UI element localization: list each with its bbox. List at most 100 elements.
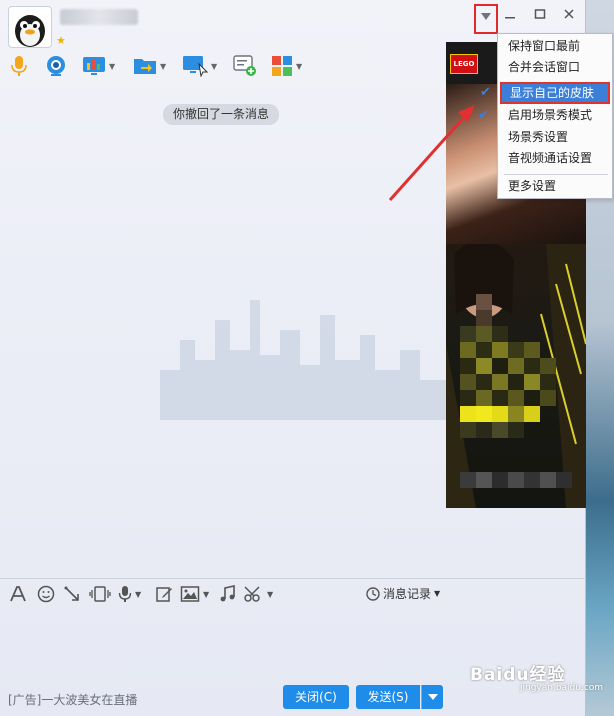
apps-grid-icon[interactable]: ▼ bbox=[271, 53, 302, 79]
footer-ad-link[interactable]: [广告]一大波美女在直播 bbox=[8, 691, 137, 708]
screen-share-icon[interactable]: ▼ bbox=[82, 53, 115, 79]
mosaic-block bbox=[556, 472, 572, 488]
file-transfer-icon[interactable]: ▼ bbox=[133, 53, 166, 79]
chevron-down-icon: ▼ bbox=[434, 589, 441, 598]
clock-icon bbox=[366, 586, 380, 601]
mosaic-block bbox=[460, 358, 476, 374]
check-icon: ✔ bbox=[478, 108, 489, 123]
mosaic-block bbox=[524, 472, 540, 488]
background-skyline bbox=[160, 300, 450, 420]
mosaic-block bbox=[508, 374, 524, 390]
menu-item-label: 场景秀设置 bbox=[508, 130, 569, 144]
add-app-icon[interactable] bbox=[233, 53, 257, 79]
mosaic-block bbox=[492, 326, 508, 342]
mosaic-block bbox=[492, 390, 508, 406]
mosaic-block bbox=[476, 310, 492, 326]
mosaic-block bbox=[460, 390, 476, 406]
send-options-button[interactable] bbox=[421, 685, 443, 709]
mosaic-block bbox=[476, 358, 492, 374]
mosaic-block bbox=[476, 406, 492, 422]
edit-icon[interactable] bbox=[155, 584, 173, 604]
menu-item-label: 更多设置 bbox=[508, 179, 557, 193]
music-icon[interactable] bbox=[219, 584, 237, 604]
mosaic-block bbox=[492, 374, 508, 390]
font-icon[interactable] bbox=[9, 584, 27, 604]
mosaic-block bbox=[508, 358, 524, 374]
mosaic-block bbox=[508, 406, 524, 422]
screenshot-icon[interactable]: ▼ bbox=[244, 584, 273, 604]
menu-item-keep-on-top[interactable]: 保持窗口最前 bbox=[500, 36, 610, 57]
mosaic-block bbox=[460, 374, 476, 390]
mosaic-block bbox=[508, 342, 524, 358]
mosaic-block bbox=[460, 472, 476, 488]
mosaic-block bbox=[492, 342, 508, 358]
video-icon[interactable] bbox=[45, 53, 67, 79]
mosaic-block bbox=[508, 472, 524, 488]
star-icon: ★ bbox=[56, 34, 66, 47]
recall-notice: 你撤回了一条消息 bbox=[163, 104, 280, 125]
menu-item-more-settings[interactable]: 更多设置 bbox=[500, 176, 610, 197]
close-icon[interactable] bbox=[560, 8, 578, 24]
input-divider bbox=[0, 578, 586, 579]
menu-item-av-settings[interactable]: 音视频通话设置 bbox=[500, 148, 610, 169]
mosaic-block bbox=[492, 472, 508, 488]
mosaic-block bbox=[476, 390, 492, 406]
mosaic-block bbox=[524, 342, 540, 358]
mosaic-block bbox=[476, 422, 492, 438]
menu-item-label: 保持窗口最前 bbox=[508, 39, 581, 53]
mosaic-block bbox=[460, 406, 476, 422]
image-icon[interactable]: ▼ bbox=[180, 584, 209, 604]
send-button[interactable]: 发送(S) bbox=[356, 685, 420, 709]
menu-item-label: 音视频通话设置 bbox=[508, 151, 593, 165]
history-label: 消息记录 bbox=[383, 587, 432, 601]
ad-image-bottom bbox=[446, 240, 586, 508]
check-icon: ✔ bbox=[480, 85, 491, 100]
emoji-icon[interactable] bbox=[37, 584, 55, 604]
lego-logo: LEGO bbox=[450, 54, 478, 74]
mosaic-block bbox=[492, 358, 508, 374]
voice-icon[interactable] bbox=[10, 53, 28, 79]
menu-item-label: 合并会话窗口 bbox=[508, 60, 581, 74]
shake-icon[interactable] bbox=[89, 584, 111, 604]
menu-item-scene-mode[interactable]: ✔ 启用场景秀模式 bbox=[478, 105, 610, 126]
mosaic-block bbox=[540, 390, 556, 406]
mosaic-block bbox=[492, 422, 508, 438]
contact-name-blurred bbox=[60, 9, 138, 25]
mosaic-block bbox=[476, 326, 492, 342]
mosaic-block bbox=[524, 374, 540, 390]
menu-item-show-own-skin[interactable]: ✔ 显示自己的皮肤 bbox=[480, 82, 610, 104]
history-button[interactable]: 消息记录 ▼ bbox=[366, 585, 440, 602]
remote-assist-icon[interactable]: ▼ bbox=[182, 53, 217, 79]
voice-message-icon[interactable]: ▼ bbox=[118, 584, 141, 604]
baidu-watermark-url: jingyan.baidu.com bbox=[520, 683, 604, 693]
baidu-watermark: Baidu经验 bbox=[470, 665, 566, 685]
settings-menu: 保持窗口最前 合并会话窗口 ✔ 显示自己的皮肤 ✔ 启用场景秀模式 场景秀设置 … bbox=[478, 33, 613, 199]
mosaic-block bbox=[508, 390, 524, 406]
mosaic-block bbox=[540, 472, 556, 488]
poke-icon[interactable] bbox=[63, 584, 81, 604]
maximize-icon[interactable] bbox=[531, 8, 549, 24]
mosaic-block bbox=[540, 358, 556, 374]
mosaic-block bbox=[476, 374, 492, 390]
menu-item-label: 启用场景秀模式 bbox=[508, 108, 593, 122]
menu-separator bbox=[504, 174, 608, 175]
mosaic-block bbox=[460, 342, 476, 358]
mosaic-block bbox=[476, 342, 492, 358]
mosaic-block bbox=[460, 326, 476, 342]
mosaic-block bbox=[476, 472, 492, 488]
close-button[interactable]: 关闭(C) bbox=[283, 685, 349, 709]
mosaic-block bbox=[460, 422, 476, 438]
menu-item-label: 显示自己的皮肤 bbox=[510, 86, 595, 100]
avatar[interactable] bbox=[8, 6, 52, 48]
mosaic-block bbox=[524, 390, 540, 406]
mosaic-block bbox=[540, 374, 556, 390]
mosaic-block bbox=[492, 406, 508, 422]
mosaic-block bbox=[524, 358, 540, 374]
mosaic-block bbox=[524, 406, 540, 422]
mosaic-block bbox=[476, 294, 492, 310]
menu-item-scene-settings[interactable]: 场景秀设置 bbox=[500, 127, 610, 148]
menu-item-merge-windows[interactable]: 合并会话窗口 bbox=[500, 57, 610, 78]
mosaic-block bbox=[508, 422, 524, 438]
menu-arrow-icon[interactable] bbox=[474, 4, 498, 34]
minimize-icon[interactable] bbox=[501, 8, 519, 24]
